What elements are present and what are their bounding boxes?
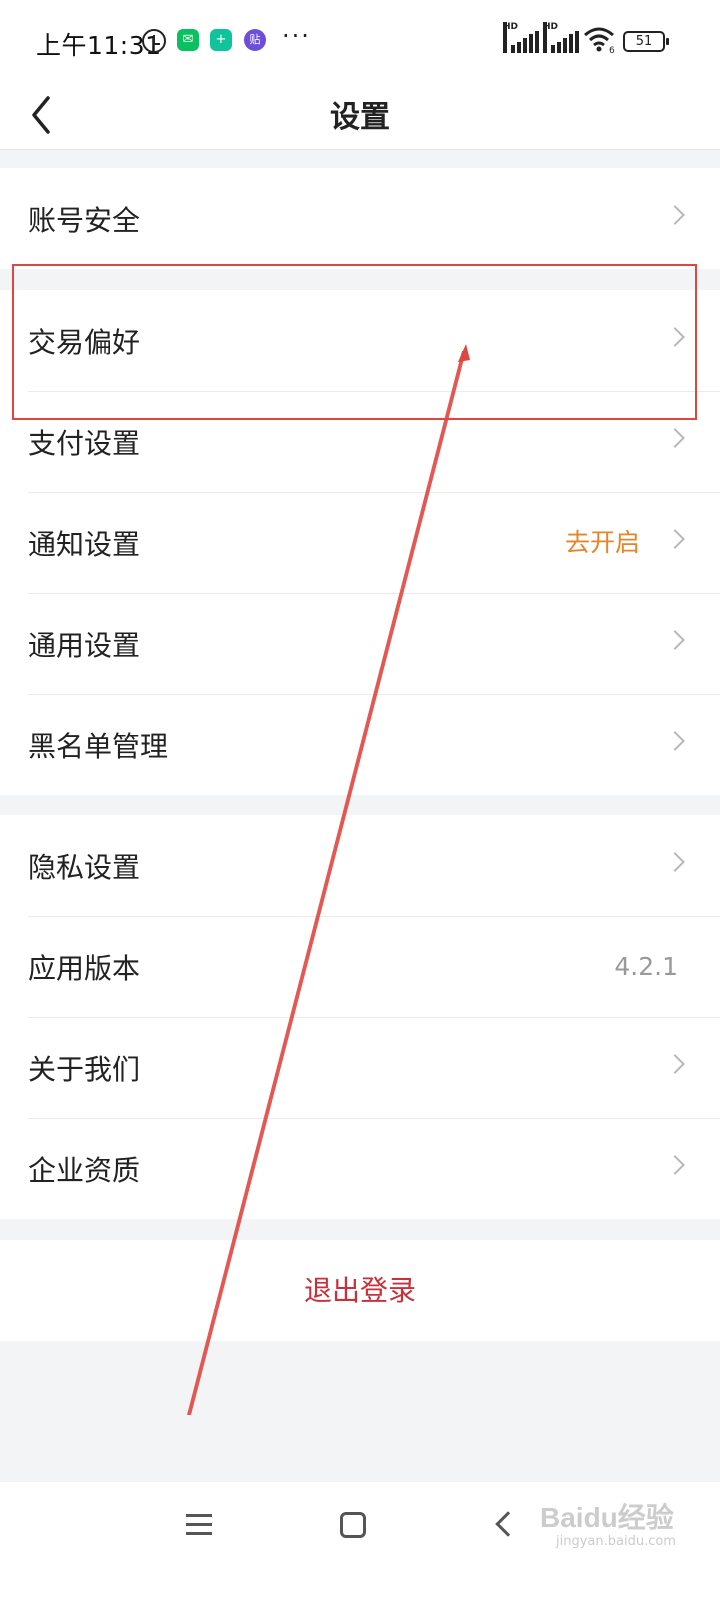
chevron-right-icon — [665, 731, 685, 751]
settings-item-label: 通知设置 — [28, 527, 141, 561]
settings-item-privacy[interactable]: 隐私设置 — [0, 815, 720, 916]
hd-signal-icon: HD — [503, 22, 539, 53]
settings-item-about-us[interactable]: 关于我们 — [0, 1017, 720, 1118]
app-version-value: 4.2.1 — [614, 952, 678, 981]
more-dots-icon: ··· — [282, 22, 311, 50]
settings-item-notifications[interactable]: 通知设置 去开启 — [0, 492, 720, 593]
settings-item-label: 关于我们 — [28, 1052, 141, 1086]
hd-signal-icon: HD — [543, 22, 579, 53]
wifi-icon: 6 — [584, 27, 615, 53]
settings-item-label: 隐私设置 — [28, 850, 141, 884]
settings-group-account: 账号安全 — [0, 168, 720, 269]
chevron-right-icon — [665, 852, 685, 872]
settings-item-company-qualification[interactable]: 企业资质 — [0, 1118, 720, 1219]
settings-item-label: 支付设置 — [28, 426, 141, 460]
chevron-right-icon — [665, 529, 685, 549]
chevron-right-icon — [665, 1054, 685, 1074]
menu-icon[interactable] — [186, 1512, 212, 1536]
settings-item-label: 账号安全 — [28, 203, 141, 237]
shield-app-icon: + — [210, 29, 232, 51]
chevron-right-icon — [665, 630, 685, 650]
battery-icon: 51 — [623, 31, 669, 52]
chevron-right-icon — [665, 1155, 685, 1175]
wechat-icon: ✉ — [177, 29, 199, 51]
svg-text:6: 6 — [609, 46, 615, 53]
status-bar: 上午11:31 ✉ + 贴 ··· HD HD 6 51 — [0, 0, 720, 80]
top-nav-bar: 设置 — [0, 80, 720, 150]
settings-item-label: 企业资质 — [28, 1153, 141, 1187]
settings-item-label: 应用版本 — [28, 951, 141, 985]
settings-item-blacklist[interactable]: 黑名单管理 — [0, 694, 720, 795]
settings-item-label: 黑名单管理 — [28, 729, 169, 763]
back-nav-icon[interactable] — [495, 1511, 521, 1537]
baidu-jingyan-watermark: Baidu经验 — [540, 1502, 674, 1533]
settings-item-app-version: 应用版本 4.2.1 — [0, 916, 720, 1017]
alarm-icon — [142, 29, 166, 53]
system-nav-bar: Baidu经验 jingyan.baidu.com — [0, 1482, 720, 1600]
settings-item-label: 通用设置 — [28, 628, 141, 662]
notification-enable-link[interactable]: 去开启 — [565, 492, 640, 593]
chevron-right-icon — [665, 428, 685, 448]
settings-item-account-security[interactable]: 账号安全 — [0, 168, 720, 269]
annotation-highlight-box — [12, 264, 697, 420]
settings-group-about: 隐私设置 应用版本 4.2.1 关于我们 企业资质 — [0, 815, 720, 1219]
logout-button[interactable]: 退出登录 — [0, 1240, 720, 1341]
sticker-app-icon: 贴 — [244, 29, 266, 51]
settings-item-general[interactable]: 通用设置 — [0, 593, 720, 694]
home-icon[interactable] — [340, 1512, 366, 1538]
watermark-url: jingyan.baidu.com — [556, 1534, 676, 1549]
chevron-right-icon — [665, 205, 685, 225]
page-title: 设置 — [330, 100, 390, 135]
